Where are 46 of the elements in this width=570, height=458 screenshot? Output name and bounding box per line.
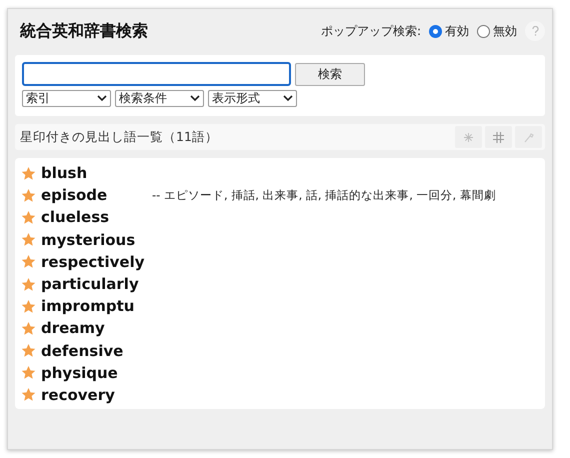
- dropdown-select[interactable]: 検索条件: [115, 90, 204, 107]
- star-icon: [21, 166, 36, 181]
- word-meaning: -- エピソード, 挿話, 出来事, 話, 挿話的な出来事, 一回分, 幕間劇: [152, 188, 496, 203]
- dropdown-select[interactable]: 表示形式: [208, 90, 297, 107]
- word-link[interactable]: mysterious: [41, 230, 147, 249]
- search-field[interactable]: [22, 62, 291, 86]
- star-icon: [21, 188, 36, 203]
- asterisk-icon: [464, 132, 473, 142]
- star-icon: [21, 232, 36, 248]
- star-icon: [21, 343, 36, 358]
- word-link[interactable]: clueless: [41, 208, 147, 226]
- search-button[interactable]: 検索: [295, 62, 365, 86]
- help-icon: [532, 26, 538, 36]
- radio-label[interactable]: 無効: [493, 22, 517, 40]
- chevron-down-icon: [283, 95, 293, 102]
- star-icon: [21, 365, 36, 380]
- word-link[interactable]: recovery: [41, 386, 147, 404]
- chevron-down-icon: [97, 95, 107, 102]
- word-link[interactable]: blush: [41, 164, 147, 182]
- star-icon: [21, 210, 36, 225]
- star-icon: [21, 276, 36, 292]
- chevron-down-icon: [190, 95, 200, 102]
- list-heading: 星印付きの見出し語一覧（11語）: [20, 128, 218, 146]
- star-icon: [21, 320, 36, 336]
- help-button[interactable]: [525, 21, 545, 41]
- word-link[interactable]: respectively: [41, 252, 147, 271]
- radio-label[interactable]: 有効: [445, 22, 469, 40]
- hash-icon: [493, 132, 504, 142]
- word-link[interactable]: defensive: [41, 342, 147, 360]
- word-link[interactable]: particularly: [41, 275, 147, 294]
- star-icon: [21, 254, 36, 270]
- key-icon: [524, 132, 534, 142]
- asterisk-button[interactable]: [455, 126, 482, 148]
- hash-button[interactable]: [485, 126, 512, 148]
- word-link[interactable]: impromptu: [41, 297, 147, 316]
- star-icon: [21, 298, 36, 314]
- dropdown-select[interactable]: 索引: [22, 90, 111, 107]
- word-link[interactable]: dreamy: [41, 319, 147, 338]
- word-link[interactable]: episode: [41, 186, 147, 204]
- popup-search-label: ポップアップ検索:: [320, 22, 421, 40]
- radio-button[interactable]: [429, 24, 442, 38]
- word-link[interactable]: physique: [41, 364, 147, 382]
- radio-button[interactable]: [477, 24, 490, 38]
- star-icon: [21, 387, 36, 402]
- key-button[interactable]: [515, 126, 542, 148]
- popup-title: 統合英和辞書検索: [20, 20, 148, 42]
